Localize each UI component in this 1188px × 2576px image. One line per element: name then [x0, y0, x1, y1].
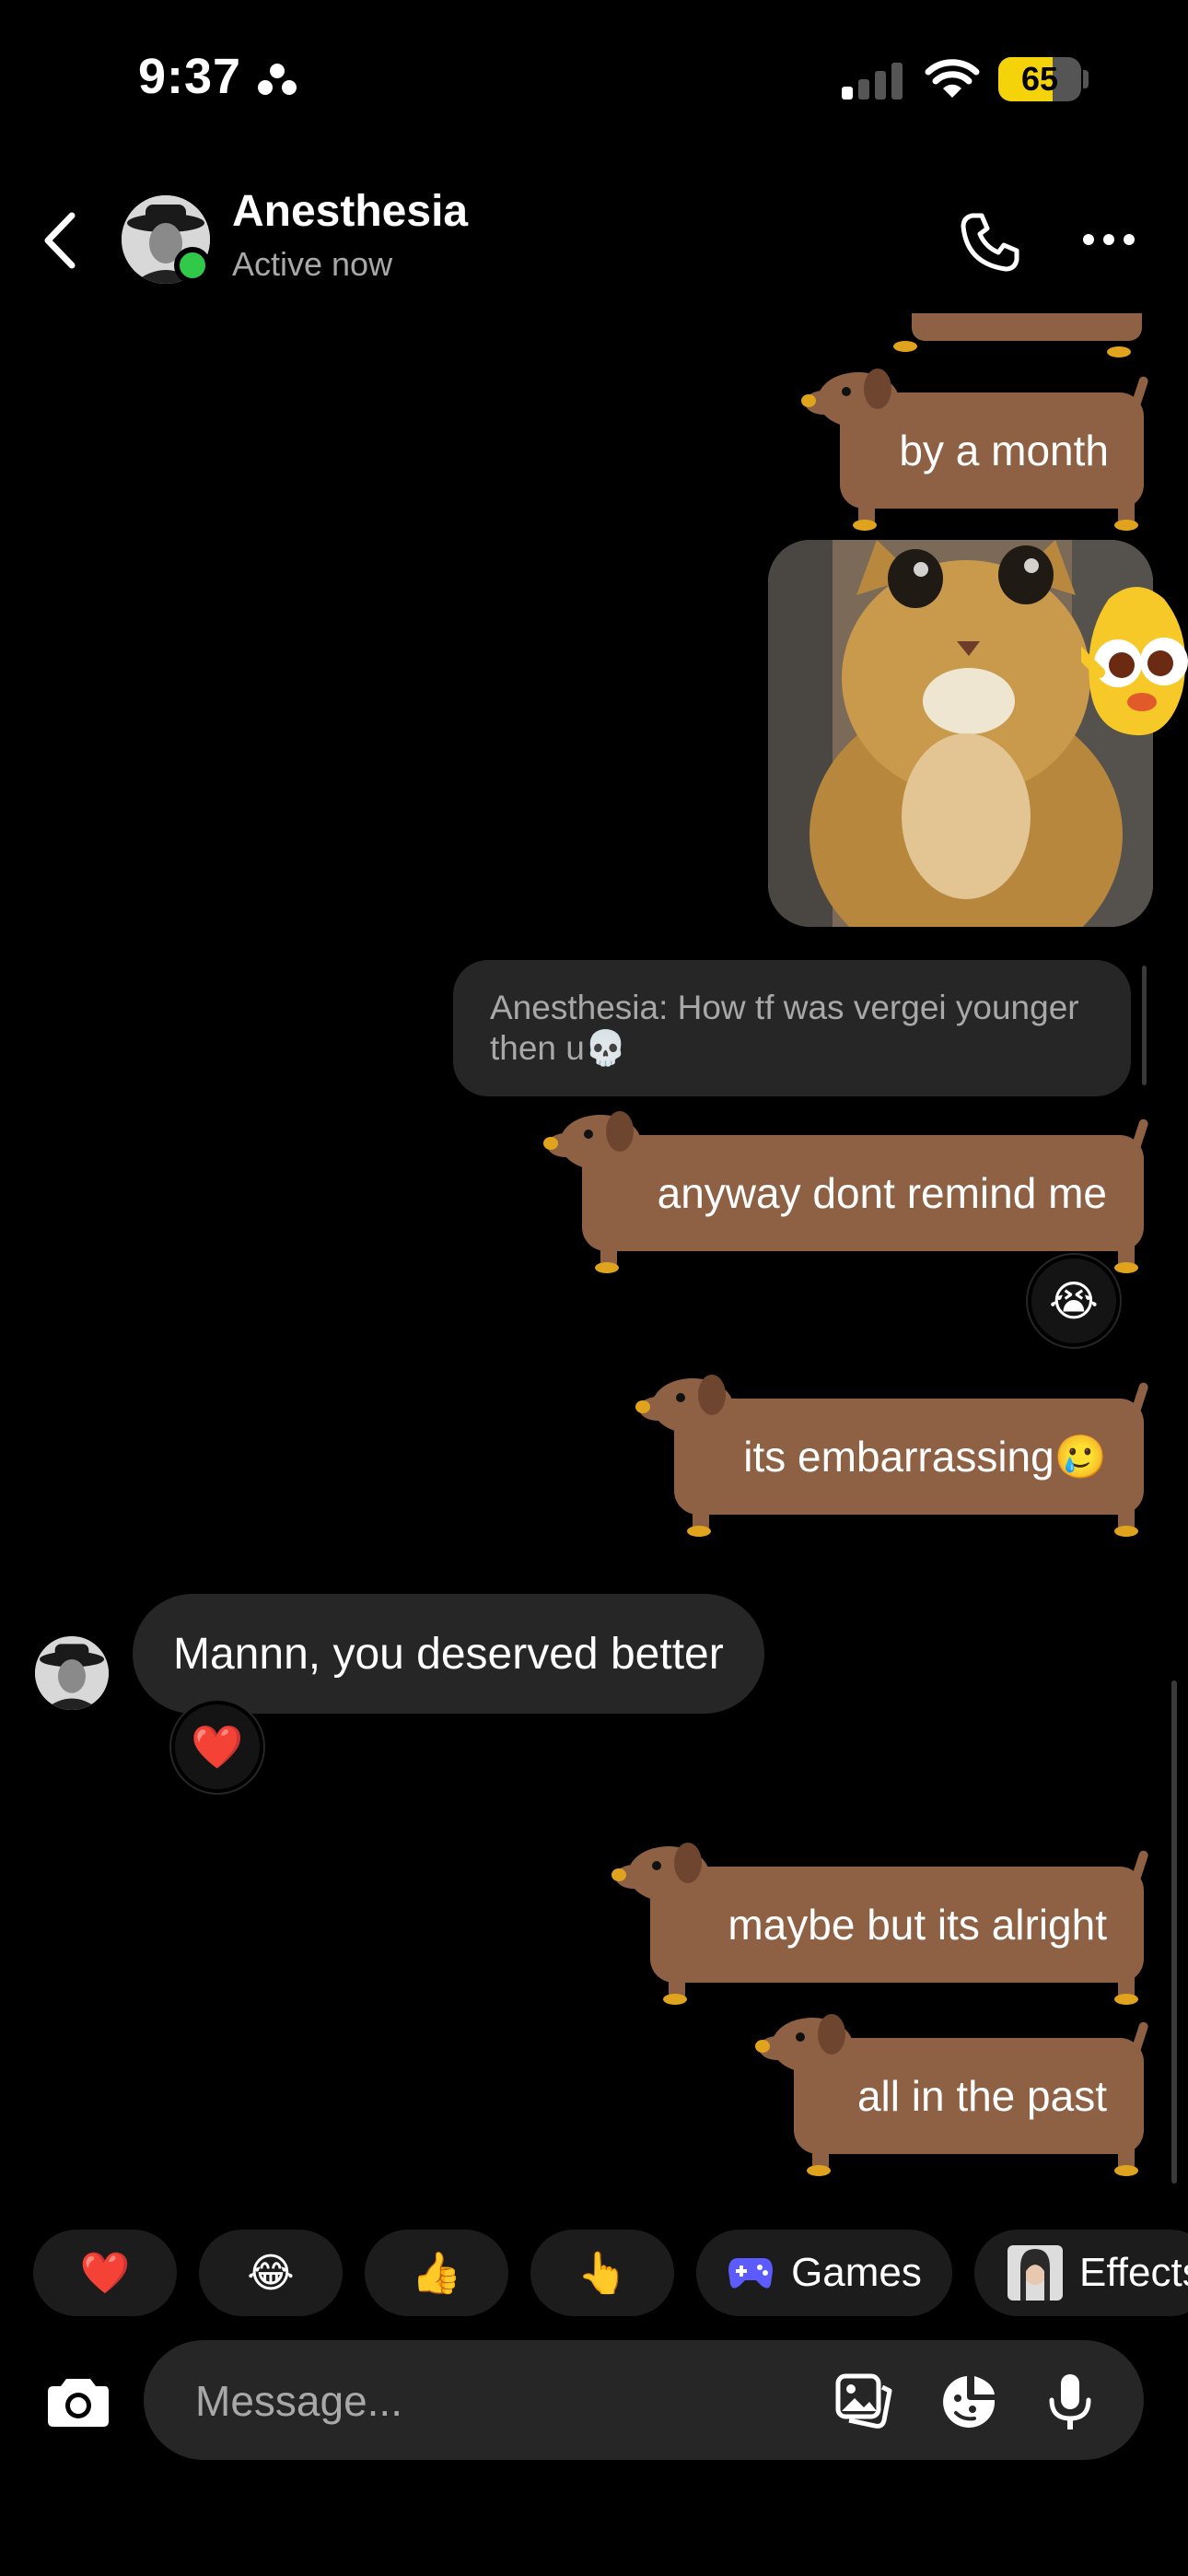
- effects-label: Effects: [1079, 2250, 1188, 2295]
- thumbs-up-emoji: 👍: [411, 2251, 462, 2296]
- scrollbar[interactable]: [1171, 1680, 1177, 2184]
- wifi-icon: [925, 59, 980, 98]
- message-text: by a month: [899, 427, 1109, 474]
- message-bubble-sent[interactable]: its embarrassing🥲: [635, 1373, 1151, 1537]
- microphone-icon[interactable]: [1041, 2372, 1100, 2431]
- quick-reaction-laugh[interactable]: 😂: [199, 2230, 343, 2316]
- online-indicator: [174, 247, 211, 284]
- message-bubble-received[interactable]: Mannn, you deserved better: [133, 1594, 764, 1714]
- sender-avatar[interactable]: [35, 1636, 109, 1710]
- sticker-icon[interactable]: [939, 2372, 998, 2431]
- focus-icon: [258, 63, 297, 95]
- laugh-emoji: 😂: [247, 2250, 295, 2296]
- sticker-emoji: [1081, 587, 1188, 736]
- message-text: anyway dont remind me: [657, 1169, 1107, 1217]
- games-button[interactable]: Games: [696, 2230, 952, 2316]
- effects-thumbnail-icon: [1007, 2245, 1063, 2301]
- message-reaction[interactable]: 😭: [1028, 1255, 1120, 1347]
- battery-indicator: 65: [998, 57, 1081, 101]
- status-time: 9:37: [138, 48, 298, 105]
- signal-icon: [842, 63, 903, 100]
- message-bubble-sent[interactable]: by a month: [801, 367, 1151, 531]
- camera-icon[interactable]: [46, 2373, 111, 2429]
- reply-preview[interactable]: Anesthesia: How tf was vergei younger th…: [453, 960, 1131, 1096]
- contact-status: Active now: [232, 245, 393, 283]
- message-input[interactable]: [193, 2340, 823, 2462]
- reply-indicator-bar: [1142, 966, 1147, 1085]
- gallery-icon[interactable]: [834, 2372, 893, 2431]
- phone-call-icon[interactable]: [958, 210, 1022, 275]
- more-options-icon[interactable]: [1081, 230, 1136, 249]
- quick-reaction-heart[interactable]: ❤️: [33, 2230, 177, 2316]
- message-bubble-sent[interactable]: anyway dont remind me: [543, 1109, 1151, 1273]
- battery-nub: [1083, 70, 1089, 88]
- message-bubble-partial: [893, 313, 1151, 359]
- quick-reaction-point[interactable]: 👆: [530, 2230, 674, 2316]
- back-chevron-icon[interactable]: [37, 208, 83, 273]
- message-text: all in the past: [856, 2072, 1107, 2120]
- message-reaction[interactable]: ❤️: [171, 1701, 263, 1793]
- effects-button[interactable]: Effects: [974, 2230, 1188, 2316]
- gamepad-icon: [728, 2258, 774, 2289]
- message-text: Mannn, you deserved better: [173, 1629, 724, 1679]
- point-up-emoji: 👆: [577, 2251, 628, 2296]
- contact-name[interactable]: Anesthesia: [232, 186, 468, 237]
- message-bubble-sent[interactable]: all in the past: [755, 2012, 1151, 2176]
- heart-emoji: ❤️: [79, 2251, 131, 2296]
- quick-reaction-thumbs-up[interactable]: 👍: [365, 2230, 508, 2316]
- games-label: Games: [791, 2250, 922, 2295]
- message-text: its embarrassing🥲: [743, 1433, 1107, 1481]
- message-bubble-sent[interactable]: maybe but its alright: [611, 1841, 1151, 2005]
- message-text: maybe but its alright: [728, 1901, 1107, 1949]
- message-composer[interactable]: [144, 2340, 1144, 2462]
